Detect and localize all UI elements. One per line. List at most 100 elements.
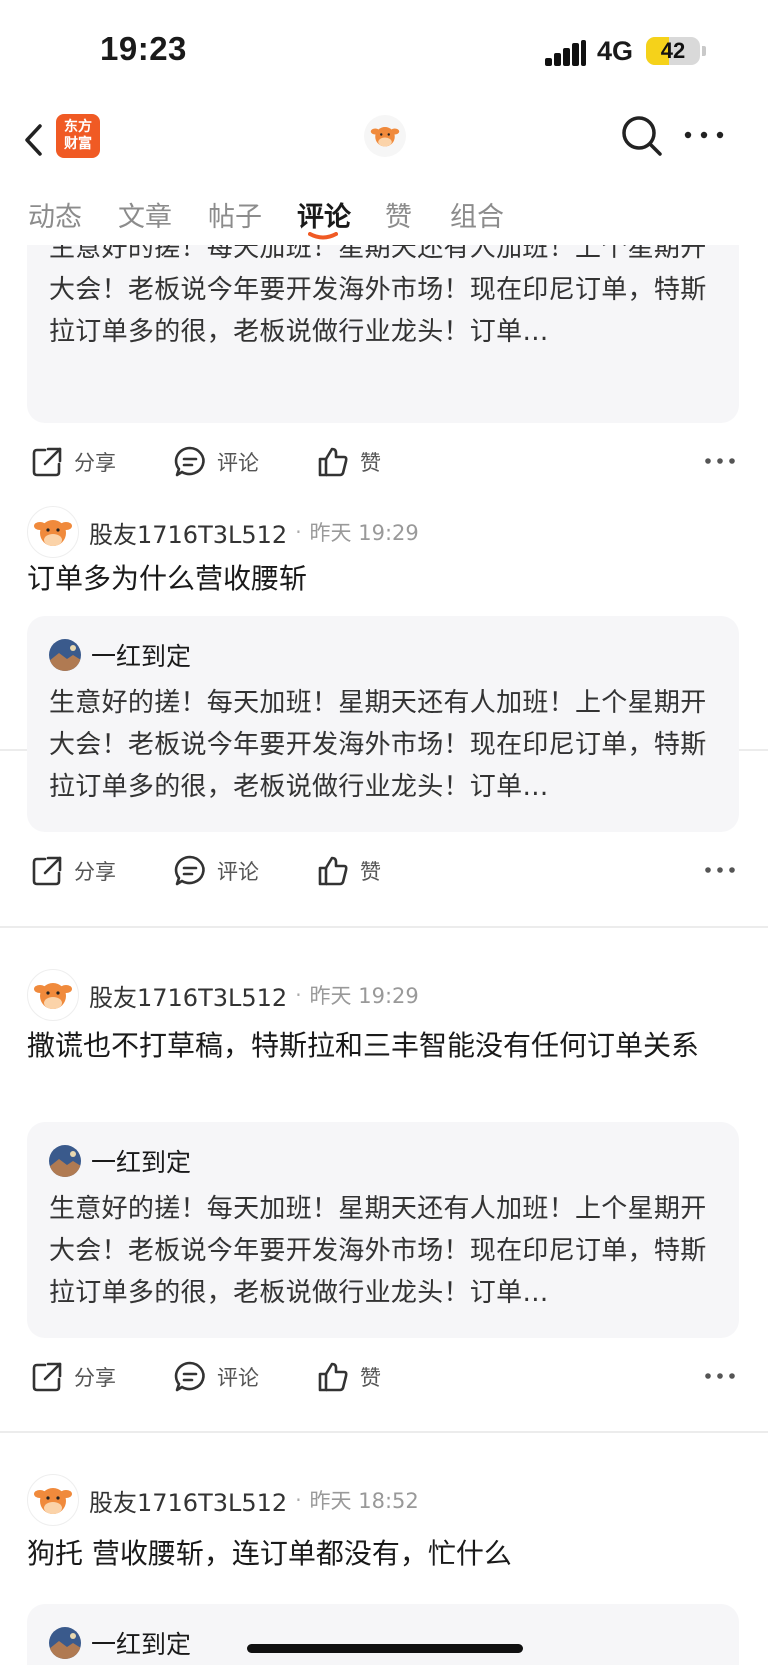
comment-text[interactable]: 撒谎也不打草稿，特斯拉和三丰智能没有任何订单关系 xyxy=(27,1024,738,1067)
search-button[interactable] xyxy=(618,112,666,160)
author-row: 股友1716T3L512 · 昨天 19:29 xyxy=(27,506,419,558)
like-label: 赞 xyxy=(360,860,381,884)
author-avatar[interactable] xyxy=(27,969,79,1021)
home-indicator xyxy=(247,1644,523,1653)
quoted-author-name: 一红到定 xyxy=(91,1630,192,1659)
comment-time: 昨天 19:29 xyxy=(309,521,419,545)
author-name[interactable]: 股友1716T3L512 xyxy=(89,1483,287,1518)
tab-portfolio[interactable]: 组合 xyxy=(450,195,504,234)
nav-bar: 东方 财富 xyxy=(0,100,768,180)
comment-button[interactable]: 评论 xyxy=(173,442,259,482)
quoted-post-text: 生意好的搓！每天加班！星期天还有人加班！上个星期开大会！老板说今年要开发海外市场… xyxy=(49,1194,707,1308)
tab-dynamics[interactable]: 动态 xyxy=(28,195,82,234)
more-button[interactable] xyxy=(680,120,730,150)
author-name[interactable]: 股友1716T3L512 xyxy=(89,978,287,1013)
action-bar: 分享 评论 赞 xyxy=(0,432,768,492)
back-icon xyxy=(25,124,42,156)
quoted-author-row: 一红到定 xyxy=(49,1144,191,1178)
author-name[interactable]: 股友1716T3L512 xyxy=(89,515,287,550)
quoted-author-avatar xyxy=(49,639,81,671)
quoted-author-name: 一红到定 xyxy=(91,642,192,671)
share-label: 分享 xyxy=(74,1366,116,1390)
author-row: 股友1716T3L512 · 昨天 18:52 xyxy=(27,1474,419,1526)
profile-tabs: 动态 文章 帖子 评论 赞 组合 xyxy=(0,185,768,245)
like-icon xyxy=(318,1362,348,1392)
like-label: 赞 xyxy=(360,451,381,475)
comment-text[interactable]: 狗托 营收腰斩，连订单都没有，忙什么 xyxy=(27,1532,738,1575)
share-button[interactable]: 分享 xyxy=(30,442,116,482)
comment-text[interactable]: 订单多为什么营收腰斩 xyxy=(27,557,738,600)
comment-icon xyxy=(174,1361,205,1392)
tab-posts[interactable]: 帖子 xyxy=(208,195,262,234)
separator-dot: · xyxy=(295,983,302,1007)
quoted-post-card[interactable]: 生意好的搓！每天加班！星期天还有人加班！上个星期开大会！老板说今年要开发海外市场… xyxy=(27,245,739,423)
separator-dot: · xyxy=(295,1488,302,1512)
author-avatar[interactable] xyxy=(27,506,79,558)
comment-feed[interactable]: 生意好的搓！每天加班！星期天还有人加班！上个星期开大会！老板说今年要开发海外市场… xyxy=(0,245,768,1665)
separator-dot: · xyxy=(295,520,302,544)
more-icon xyxy=(705,867,735,873)
cow-avatar-icon xyxy=(34,520,72,546)
app-logo[interactable]: 东方 财富 xyxy=(56,114,100,158)
status-time: 19:23 xyxy=(100,30,187,67)
comment-label: 评论 xyxy=(217,860,259,884)
item-more-button[interactable] xyxy=(700,446,740,476)
quoted-post-card[interactable]: 一红到定 生意好的搓！每天加班！星期天还有人加班！上个星期开大会！老板说今年要开… xyxy=(27,1122,739,1338)
share-icon xyxy=(32,447,62,477)
battery-level: 42 xyxy=(660,38,686,63)
cow-avatar-icon xyxy=(34,1488,72,1514)
tab-likes[interactable]: 赞 xyxy=(385,195,412,234)
action-bar: 分享 评论 赞 xyxy=(0,841,768,901)
comment-time: 昨天 19:29 xyxy=(309,984,419,1008)
like-icon xyxy=(318,447,348,477)
quoted-post-text: 生意好的搓！每天加班！星期天还有人加班！上个星期开大会！老板说今年要开发海外市场… xyxy=(49,245,707,347)
quoted-author-row: 一红到定 xyxy=(49,638,191,672)
like-button[interactable]: 赞 xyxy=(316,851,381,891)
more-icon xyxy=(684,131,724,139)
comment-button[interactable]: 评论 xyxy=(173,851,259,891)
item-more-button[interactable] xyxy=(700,1361,740,1391)
comment-item: 股友1716T3L512 · 昨天 19:29 撒谎也不打草稿，特斯拉和三丰智能… xyxy=(0,969,768,1479)
status-bar: 19:23 4G 42 xyxy=(0,0,768,100)
share-button[interactable]: 分享 xyxy=(30,851,116,891)
comment-time: 昨天 18:52 xyxy=(309,1489,419,1513)
quoted-author-avatar xyxy=(49,1627,81,1659)
more-icon xyxy=(705,458,735,464)
comment-button[interactable]: 评论 xyxy=(173,1357,259,1397)
share-label: 分享 xyxy=(74,451,116,475)
like-button[interactable]: 赞 xyxy=(316,1357,381,1397)
share-label: 分享 xyxy=(74,860,116,884)
network-type: 4G xyxy=(597,36,634,66)
divider xyxy=(0,1431,768,1433)
battery-icon: 42 xyxy=(646,37,700,65)
comment-item: 股友1716T3L512 · 昨天 19:29 订单多为什么营收腰斩 一红到定 … xyxy=(0,506,768,971)
divider xyxy=(0,926,768,928)
comment-icon xyxy=(174,446,205,477)
quoted-post-text: 生意好的搓！每天加班！星期天还有人加班！上个星期开大会！老板说今年要开发海外市场… xyxy=(49,688,707,802)
search-icon xyxy=(622,116,662,156)
battery-tip xyxy=(702,46,706,56)
quoted-author-row: 一红到定 xyxy=(49,1626,191,1660)
logo-text-2: 财富 xyxy=(64,136,92,152)
author-row: 股友1716T3L512 · 昨天 19:29 xyxy=(27,969,419,1021)
quoted-post-card[interactable]: 一红到定 xyxy=(27,1604,739,1665)
like-button[interactable]: 赞 xyxy=(316,442,381,482)
like-icon xyxy=(318,856,348,886)
item-more-button[interactable] xyxy=(700,855,740,885)
like-label: 赞 xyxy=(360,1366,381,1390)
share-icon xyxy=(32,856,62,886)
comment-icon xyxy=(174,855,205,886)
share-button[interactable]: 分享 xyxy=(30,1357,116,1397)
author-avatar[interactable] xyxy=(27,1474,79,1526)
back-button[interactable] xyxy=(20,118,50,162)
tab-comments[interactable]: 评论 xyxy=(297,195,351,234)
cow-avatar-icon xyxy=(370,127,400,147)
share-icon xyxy=(32,1362,62,1392)
profile-avatar[interactable] xyxy=(364,115,406,157)
signal-icon xyxy=(545,40,587,66)
quoted-author-name: 一红到定 xyxy=(91,1148,192,1177)
tab-articles[interactable]: 文章 xyxy=(118,195,172,234)
quoted-post-card[interactable]: 一红到定 生意好的搓！每天加班！星期天还有人加班！上个星期开大会！老板说今年要开… xyxy=(27,616,739,832)
active-tab-underline xyxy=(308,232,338,240)
comment-label: 评论 xyxy=(217,451,259,475)
